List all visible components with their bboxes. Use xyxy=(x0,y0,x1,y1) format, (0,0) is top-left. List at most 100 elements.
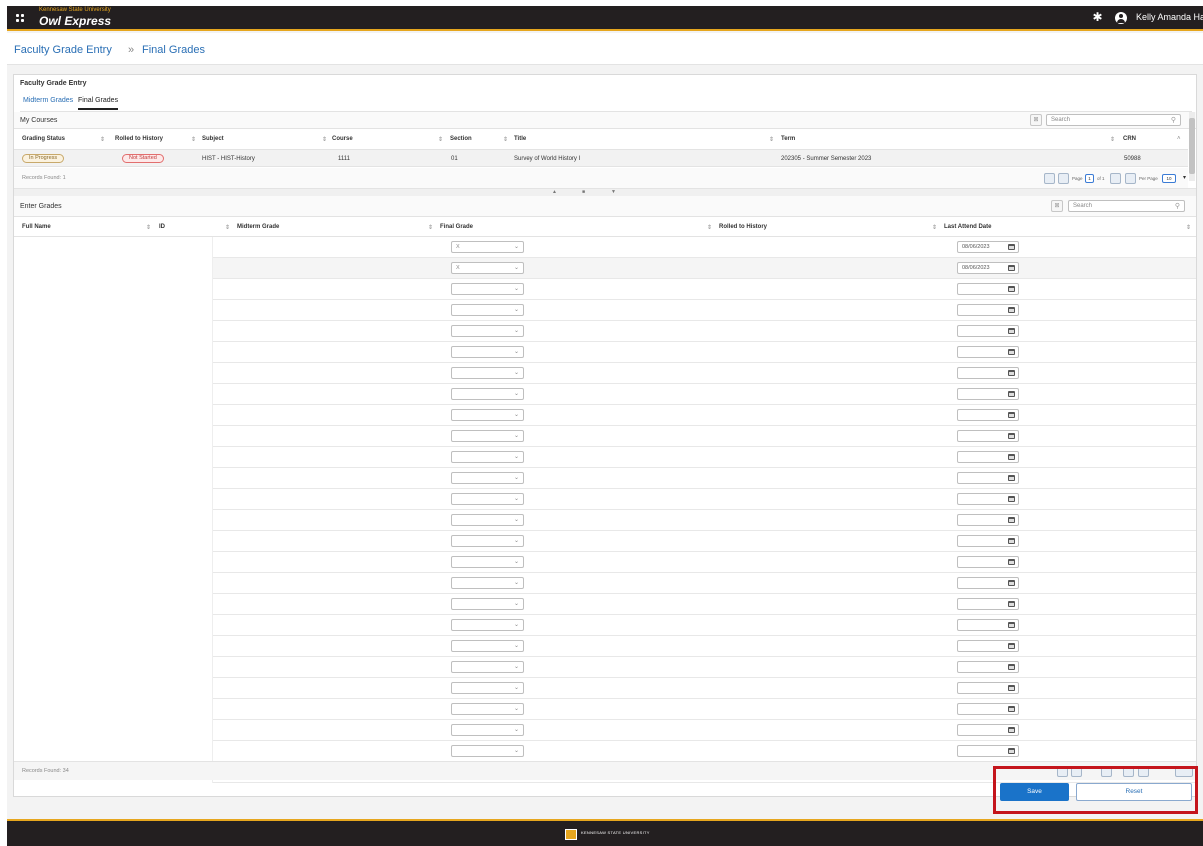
calendar-icon[interactable] xyxy=(1008,685,1015,691)
first-page-button[interactable] xyxy=(1044,173,1055,184)
final-grade-select[interactable]: ⌄ xyxy=(451,703,524,715)
last-attend-date-input[interactable] xyxy=(957,304,1019,316)
grade-row[interactable]: ⌄ xyxy=(14,489,1196,510)
col-section[interactable]: Section xyxy=(450,136,472,142)
last-attend-date-input[interactable] xyxy=(957,703,1019,715)
calendar-icon[interactable] xyxy=(1008,454,1015,460)
last-attend-date-input[interactable] xyxy=(957,682,1019,694)
sort-icon[interactable]: ⇕ xyxy=(100,136,105,143)
grade-row[interactable]: ⌄ xyxy=(14,531,1196,552)
calendar-icon[interactable] xyxy=(1008,664,1015,670)
final-grade-select[interactable]: ⌄ xyxy=(451,661,524,673)
last-attend-date-input[interactable] xyxy=(957,556,1019,568)
sort-icon[interactable]: ⇕ xyxy=(428,224,433,231)
last-attend-date-input[interactable] xyxy=(957,724,1019,736)
grade-row[interactable]: ⌄ xyxy=(14,405,1196,426)
col-rolled-to-history[interactable]: Rolled to History xyxy=(115,136,163,142)
grades-search-input[interactable]: Search ⚲ xyxy=(1068,200,1185,212)
final-grade-select[interactable]: ⌄ xyxy=(451,619,524,631)
user-name[interactable]: Kelly Amanda Harden xyxy=(1136,12,1203,22)
section-resize-divider[interactable]: ▲ ■ ▼ xyxy=(14,188,1196,196)
col-full-name[interactable]: Full Name xyxy=(22,224,51,230)
final-grade-select[interactable]: ⌄ xyxy=(451,388,524,400)
calendar-icon[interactable] xyxy=(1008,601,1015,607)
last-attend-date-input[interactable] xyxy=(957,283,1019,295)
tab-midterm-grades[interactable]: Midterm Grades xyxy=(23,97,73,108)
restore-icon[interactable]: ■ xyxy=(582,189,585,195)
sort-icon[interactable]: ⇕ xyxy=(707,224,712,231)
sort-icon[interactable]: ⇕ xyxy=(225,224,230,231)
tab-final-grades[interactable]: Final Grades xyxy=(78,97,119,110)
calendar-icon[interactable] xyxy=(1008,517,1015,523)
page-input[interactable]: 1 xyxy=(1085,174,1094,183)
final-grade-select[interactable]: ⌄ xyxy=(451,598,524,610)
calendar-icon[interactable] xyxy=(1008,433,1015,439)
sort-icon[interactable]: ⇕ xyxy=(146,224,151,231)
final-grade-select[interactable]: ⌄ xyxy=(451,304,524,316)
grade-row[interactable]: ⌄ xyxy=(14,384,1196,405)
last-attend-date-input[interactable] xyxy=(957,346,1019,358)
col-id[interactable]: ID xyxy=(159,224,165,230)
sort-icon[interactable]: ⇕ xyxy=(438,136,443,143)
courses-search-input[interactable]: Search ⚲ xyxy=(1046,114,1181,126)
grade-row[interactable]: ⌄ xyxy=(14,510,1196,531)
last-attend-date-input[interactable] xyxy=(957,514,1019,526)
last-attend-date-input[interactable] xyxy=(957,325,1019,337)
col-crn[interactable]: CRN xyxy=(1123,136,1136,142)
last-attend-date-input[interactable] xyxy=(957,472,1019,484)
grade-row[interactable]: ⌄ xyxy=(14,321,1196,342)
last-attend-date-input[interactable] xyxy=(957,493,1019,505)
col-subject[interactable]: Subject xyxy=(202,136,224,142)
last-attend-date-input[interactable] xyxy=(957,388,1019,400)
app-name[interactable]: Owl Express xyxy=(39,14,111,28)
grade-row[interactable]: ⌄ xyxy=(14,552,1196,573)
clear-filter-icon[interactable]: ⊠ xyxy=(1051,200,1063,212)
grade-row[interactable]: ⌄ xyxy=(14,468,1196,489)
last-attend-date-input[interactable] xyxy=(957,640,1019,652)
col-rolled-to-history[interactable]: Rolled to History xyxy=(719,224,767,230)
grade-row[interactable]: ⌄ xyxy=(14,636,1196,657)
calendar-icon[interactable] xyxy=(1008,286,1015,292)
grade-row[interactable]: ⌄ xyxy=(14,699,1196,720)
calendar-icon[interactable] xyxy=(1008,307,1015,313)
grade-row[interactable]: ⌄ xyxy=(14,426,1196,447)
last-attend-date-input[interactable] xyxy=(957,535,1019,547)
final-grade-select[interactable]: ⌄ xyxy=(451,682,524,694)
chevron-up-icon[interactable]: ˄ xyxy=(1177,136,1181,142)
calendar-icon[interactable] xyxy=(1008,748,1015,754)
final-grade-select[interactable]: ⌄ xyxy=(451,367,524,379)
user-avatar-icon[interactable] xyxy=(1115,12,1127,24)
final-grade-select[interactable]: ⌄ xyxy=(451,451,524,463)
courses-scrollbar[interactable] xyxy=(1189,112,1195,181)
sort-icon[interactable]: ⇕ xyxy=(1110,136,1115,143)
chevron-down-icon[interactable]: ▾ xyxy=(1183,174,1186,181)
breadcrumb-final-grades[interactable]: Final Grades xyxy=(142,44,205,56)
calendar-icon[interactable] xyxy=(1008,622,1015,628)
expand-down-icon[interactable]: ▼ xyxy=(611,189,616,195)
grade-row[interactable]: ⌄ xyxy=(14,741,1196,762)
final-grade-select[interactable]: ⌄ xyxy=(451,430,524,442)
grade-row[interactable]: ⌄ xyxy=(14,573,1196,594)
last-attend-date-input[interactable] xyxy=(957,598,1019,610)
grade-row[interactable]: ⌄ xyxy=(14,279,1196,300)
final-grade-select[interactable]: X ⌄ xyxy=(451,262,524,274)
calendar-icon[interactable] xyxy=(1008,349,1015,355)
grade-row[interactable]: ⌄ xyxy=(14,342,1196,363)
calendar-icon[interactable] xyxy=(1008,643,1015,649)
final-grade-select[interactable]: ⌄ xyxy=(451,724,524,736)
last-attend-date-input[interactable] xyxy=(957,577,1019,589)
grade-row[interactable]: ⌄ xyxy=(14,615,1196,636)
clear-filter-icon[interactable]: ⊠ xyxy=(1030,114,1042,126)
calendar-icon[interactable] xyxy=(1008,559,1015,565)
grade-row[interactable]: ⌄ xyxy=(14,678,1196,699)
calendar-icon[interactable] xyxy=(1008,580,1015,586)
grade-row[interactable]: ⌄ xyxy=(14,594,1196,615)
last-attend-date-input[interactable]: 08/06/2023 xyxy=(957,262,1019,274)
calendar-icon[interactable] xyxy=(1008,328,1015,334)
last-attend-date-input[interactable] xyxy=(957,451,1019,463)
final-grade-select[interactable]: ⌄ xyxy=(451,283,524,295)
col-midterm-grade[interactable]: Midterm Grade xyxy=(237,224,279,230)
grade-row[interactable]: ⌄ xyxy=(14,657,1196,678)
final-grade-select[interactable]: ⌄ xyxy=(451,535,524,547)
final-grade-select[interactable]: ⌄ xyxy=(451,640,524,652)
